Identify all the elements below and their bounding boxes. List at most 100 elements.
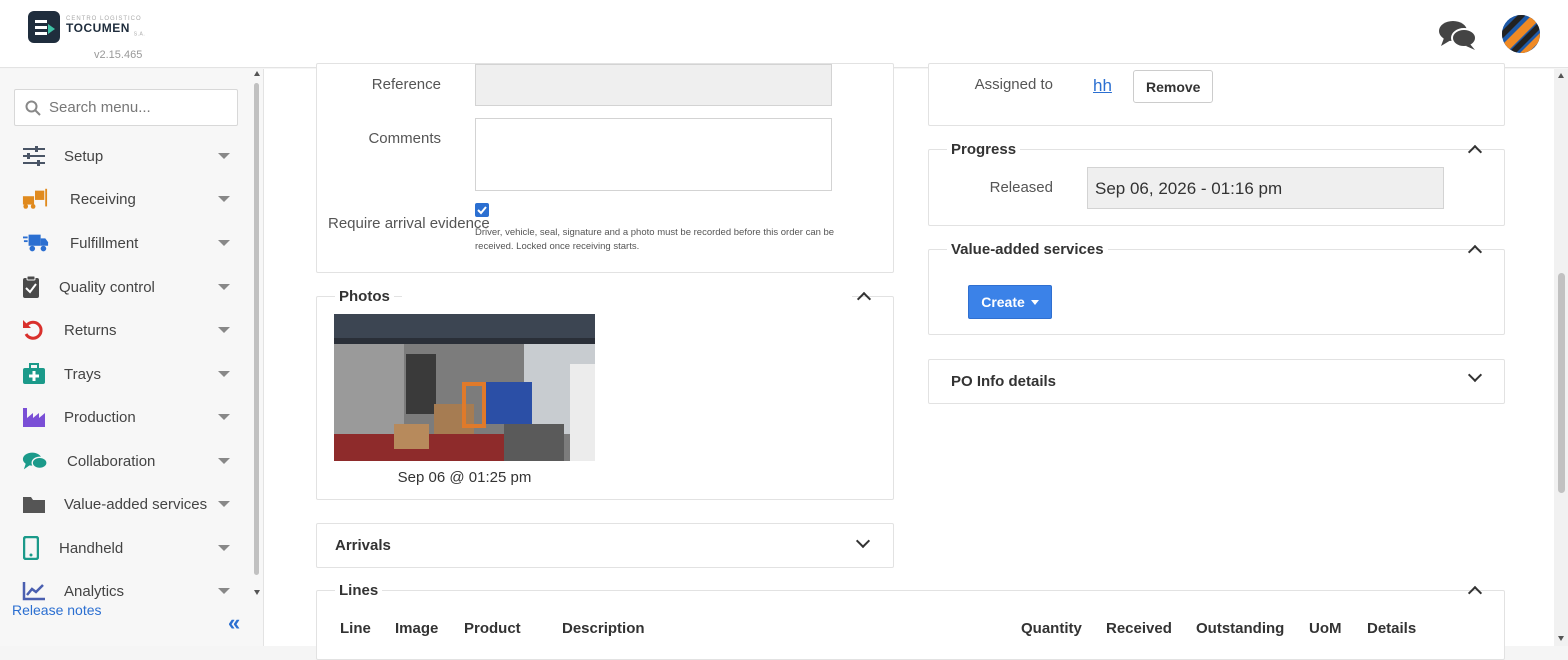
caret-down-icon — [218, 371, 230, 377]
sidebar-item-label: Production — [64, 408, 136, 426]
checkmark-icon — [477, 206, 487, 215]
caret-down-icon — [218, 545, 230, 551]
col-line[interactable]: Line — [340, 620, 371, 637]
require-evidence-help: Driver, vehicle, seal, signature and a p… — [475, 227, 835, 252]
released-label: Released — [989, 179, 1053, 196]
caret-down-icon — [218, 196, 230, 202]
scroll-up-arrow-icon[interactable] — [254, 71, 260, 76]
sidebar-item-trays[interactable]: Trays — [0, 354, 250, 394]
progress-title: Progress — [947, 141, 1021, 158]
caret-down-icon — [218, 458, 230, 464]
page-scrollbar[interactable] — [1554, 69, 1568, 646]
sidebar-item-fulfillment[interactable]: Fulfillment — [0, 223, 250, 263]
comments-label: Comments — [368, 130, 441, 147]
forklift-icon — [22, 187, 48, 211]
scroll-up-arrow-icon[interactable] — [1558, 73, 1564, 78]
expand-po-info-icon[interactable] — [1467, 367, 1483, 383]
assigned-user-link[interactable]: hh — [1093, 76, 1112, 96]
caret-down-icon — [218, 588, 230, 594]
brand-name: TOCUMEN — [66, 21, 130, 36]
caret-down-icon — [218, 501, 230, 507]
caret-down-icon — [218, 327, 230, 333]
clipboard-check-icon — [18, 275, 44, 299]
col-quantity[interactable]: Quantity — [1021, 620, 1082, 637]
require-evidence-checkbox[interactable] — [475, 203, 489, 217]
caret-down-icon — [218, 414, 230, 420]
released-value: Sep 06, 2026 - 01:16 pm — [1087, 167, 1444, 209]
collapse-progress-icon[interactable] — [1467, 144, 1483, 160]
col-outstanding[interactable]: Outstanding — [1196, 620, 1284, 637]
sidebar-item-collaboration[interactable]: Collaboration — [0, 441, 250, 481]
sliders-icon — [21, 144, 47, 168]
sidebar-item-label: Setup — [64, 147, 104, 165]
arrivals-card[interactable]: Arrivals — [316, 523, 894, 568]
sidebar-scrollbar[interactable] — [253, 69, 261, 599]
col-image[interactable]: Image — [395, 620, 438, 637]
remove-assignee-button[interactable]: Remove — [1133, 70, 1214, 103]
release-notes-link[interactable]: Release notes — [12, 602, 102, 618]
photos-title: Photos — [335, 288, 394, 305]
sidebar-item-setup[interactable]: Setup — [0, 136, 250, 176]
undo-icon — [20, 318, 46, 342]
col-uom[interactable]: UoM — [1309, 620, 1342, 637]
photos-card: Photos Sep 06 @ 01:25 pm — [316, 288, 894, 500]
logo-icon — [28, 11, 60, 43]
sidebar-scroll-thumb[interactable] — [254, 83, 259, 575]
col-details[interactable]: Details — [1367, 620, 1416, 637]
po-info-card[interactable]: PO Info details — [928, 359, 1505, 404]
sidebar-item-label: Fulfillment — [70, 234, 139, 252]
sidebar: Setup Receiving Fulfillment Quality cont… — [0, 69, 264, 646]
caret-down-icon — [218, 284, 230, 290]
sidebar-item-returns[interactable]: Returns — [0, 310, 250, 350]
folder-icon — [21, 492, 47, 516]
menu-search-input[interactable] — [49, 99, 219, 116]
sidebar-item-receiving[interactable]: Receiving — [0, 179, 250, 219]
scroll-down-arrow-icon[interactable] — [254, 590, 260, 595]
sidebar-item-label: Quality control — [59, 278, 155, 296]
photo-caption: Sep 06 @ 01:25 pm — [397, 469, 532, 486]
factory-icon — [21, 405, 47, 429]
sidebar-item-handheld[interactable]: Handheld — [0, 528, 250, 568]
comments-textarea[interactable] — [475, 118, 832, 191]
collapse-photos-icon[interactable] — [856, 291, 872, 307]
sidebar-item-production[interactable]: Production — [0, 397, 250, 437]
search-icon — [25, 100, 41, 116]
user-avatar[interactable] — [1502, 15, 1540, 53]
caret-down-icon — [218, 153, 230, 159]
col-product[interactable]: Product — [464, 620, 521, 637]
value-added-services-card: Value-added services Create — [928, 241, 1505, 335]
progress-card: Progress Released Sep 06, 2026 - 01:16 p… — [928, 141, 1505, 226]
scroll-down-arrow-icon[interactable] — [1558, 636, 1564, 641]
lines-card: Lines Line Image Product Description Qua… — [316, 582, 1505, 660]
reference-input — [475, 64, 832, 106]
medkit-icon — [21, 362, 47, 386]
assigned-to-label: Assigned to — [974, 76, 1053, 93]
chat-icon[interactable] — [1438, 19, 1478, 51]
order-detail-panel: Reference Comments Require arrival evide… — [293, 63, 1528, 660]
caret-down-icon — [1030, 299, 1039, 305]
collapse-lines-icon[interactable] — [1467, 585, 1483, 601]
collapse-vas-icon[interactable] — [1467, 244, 1483, 260]
po-info-title: PO Info details — [951, 373, 1057, 390]
sidebar-item-label: Returns — [64, 321, 117, 339]
col-received[interactable]: Received — [1106, 620, 1172, 637]
create-label: Create — [981, 294, 1025, 310]
create-vas-button[interactable]: Create — [968, 285, 1052, 319]
assignment-card: Assigned to hh Remove — [928, 63, 1505, 126]
sidebar-item-label: Collaboration — [67, 452, 156, 470]
sidebar-item-quality-control[interactable]: Quality control — [0, 267, 250, 307]
col-description[interactable]: Description — [562, 620, 645, 637]
sidebar-item-value-added-services[interactable]: Value-added services — [0, 484, 250, 524]
expand-arrivals-icon[interactable] — [855, 533, 871, 549]
sidebar-item-label: Handheld — [59, 539, 124, 557]
require-evidence-label: Require arrival evidence — [328, 215, 490, 232]
lines-title: Lines — [335, 582, 383, 599]
chart-line-icon — [21, 579, 47, 603]
brand-suffix: S.A. — [133, 31, 146, 38]
menu-search[interactable] — [14, 89, 238, 126]
order-info-card: Reference Comments Require arrival evide… — [316, 63, 894, 273]
collapse-sidebar-icon[interactable]: « — [228, 610, 240, 636]
page-scroll-thumb[interactable] — [1558, 273, 1565, 493]
brand-logo[interactable]: CENTRO LOGISTICO TOCUMEN S.A. — [28, 11, 145, 43]
photo-thumbnail[interactable] — [334, 314, 595, 461]
